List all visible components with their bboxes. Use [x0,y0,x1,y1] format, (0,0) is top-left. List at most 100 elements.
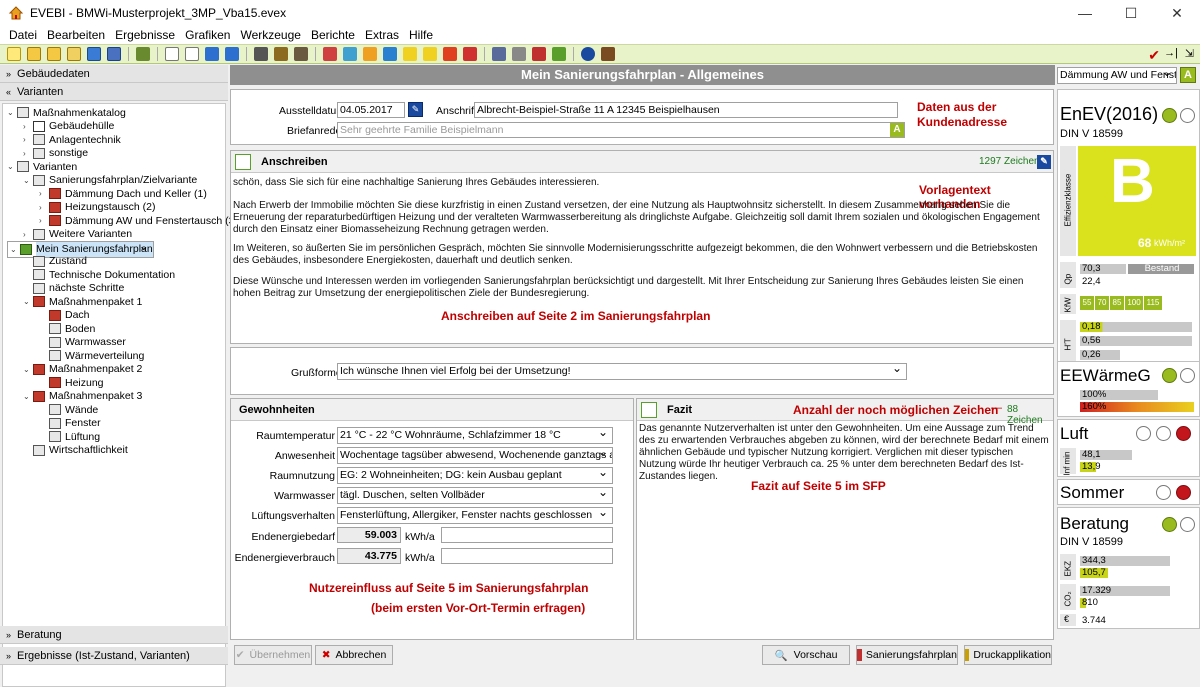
tree-toggle-icon[interactable]: ⌄ [7,162,17,171]
list-icon[interactable] [294,47,308,61]
anschrift-field[interactable]: Albrecht-Beispiel-Straße 11 A 12345 Beis… [474,102,898,118]
tree-item[interactable]: › sonstige [23,147,88,160]
open-icon[interactable] [27,47,41,61]
zones-icon[interactable] [343,47,357,61]
tree-item[interactable]: ⌄ Maßnahmenpaket 1 [23,295,142,308]
tree-toggle-icon[interactable]: › [23,230,33,239]
tree-item[interactable]: Zustand [23,255,87,268]
tree-toggle-icon[interactable]: ⌄ [23,297,33,306]
tree-item[interactable]: Warmwasser [39,336,126,349]
solar-icon[interactable] [403,47,417,61]
gewohnheit-select[interactable]: tägl. Duschen, selten Vollbäder [337,487,613,504]
tree-item[interactable]: ⌄ Maßnahmenpaket 3 [23,390,142,403]
ausstelldatum-field[interactable]: 04.05.2017 [337,102,405,118]
menu-grafiken[interactable]: Grafiken [185,28,230,42]
menu-datei[interactable]: Datei [9,28,37,42]
uebernehmen-button[interactable]: ✔ Übernehmen [234,645,312,665]
ventilation-icon[interactable] [383,47,397,61]
calculator-icon[interactable] [601,47,615,61]
new-icon[interactable] [7,47,21,61]
text-template-icon[interactable]: A [890,123,904,137]
menu-hilfe[interactable]: Hilfe [409,28,433,42]
section-ergebnisse[interactable]: » Ergebnisse (Ist-Zustand, Varianten) [0,647,228,665]
fazit-text[interactable]: Das genannte Nutzerverhalten ist unter d… [639,423,1051,483]
tree-icon[interactable] [254,47,268,61]
menu-bearbeiten[interactable]: Bearbeiten [47,28,105,42]
gewohnheit-select[interactable]: Fensterlüftung, Allergiker, Fenster nach… [337,507,613,524]
section-gebaeudedaten[interactable]: » Gebäudedaten [0,65,228,83]
vorschau-button[interactable]: 🔍 Vorschau [762,645,850,665]
tree-item[interactable]: Wände [39,403,98,416]
tree-item[interactable]: nächste Schritte [23,282,124,295]
open-recent-icon[interactable] [47,47,61,61]
tree-toggle-icon[interactable]: › [39,189,49,198]
sanierungsfahrplan-button[interactable]: Sanierungsfahrplan [856,645,958,665]
druckapplikation-button[interactable]: Druckapplikation [964,645,1052,665]
tree-item[interactable]: Wärmeverteilung [39,349,144,362]
expand-icon[interactable]: ⇲ [1185,47,1194,60]
tree-toggle-icon[interactable]: ⌄ [23,176,33,185]
tree-item[interactable]: ⌄ Maßnahmenkatalog [7,106,126,119]
tree-toggle-icon[interactable]: › [23,135,33,144]
maximize-button[interactable]: ☐ [1108,5,1154,22]
pin-icon[interactable]: →| [1164,47,1178,59]
check-icon[interactable]: ✔ [1148,47,1160,64]
menu-ergebnisse[interactable]: Ergebnisse [115,28,175,42]
tree-toggle-icon[interactable]: ⌄ [7,108,17,117]
tree-item[interactable]: › Anlagentechnik [23,133,121,146]
tree-item[interactable]: › Dämmung Dach und Keller (1) [39,187,207,200]
tree-item[interactable]: Wirtschaftlichkeit [23,444,128,457]
tree-toggle-icon[interactable]: ⌄ [23,365,33,374]
tree-item[interactable]: Boden [39,322,95,335]
lighting-icon[interactable] [423,47,437,61]
tree-toggle-icon[interactable]: ⌄ [10,242,20,257]
section-varianten[interactable]: «Varianten [0,83,228,101]
report-icon[interactable] [185,47,199,61]
endenergieverbrauch-comment[interactable] [441,548,613,564]
building-icon[interactable] [323,47,337,61]
tree-toggle-icon[interactable]: › [23,122,33,131]
tree-toggle-icon[interactable]: › [23,149,33,158]
close-button[interactable]: ✕ [1154,5,1200,22]
calendar-edit-icon[interactable]: ✎ [408,102,423,117]
redo-icon[interactable] [87,47,101,61]
calc-icon[interactable] [492,47,506,61]
tree-item[interactable]: Fenster [39,417,101,430]
fire-icon[interactable] [443,47,457,61]
gewohnheit-select[interactable]: 21 °C - 22 °C Wohnräume, Schlafzimmer 18… [337,427,613,444]
help-icon[interactable] [581,47,595,61]
heating-icon[interactable] [363,47,377,61]
print-icon[interactable] [512,47,526,61]
grussformel-select[interactable]: Ich wünsche Ihnen viel Erfolg bei der Um… [337,363,907,380]
gewohnheit-select[interactable]: Wochentage tagsüber abwesend, Wochenende… [337,447,613,464]
save-icon[interactable] [107,47,121,61]
edit-icon[interactable]: ✎ [1037,155,1051,169]
import-icon[interactable] [205,47,219,61]
tree-item[interactable]: Heizung [39,376,104,389]
tree-item[interactable]: ⌄ Varianten [7,160,77,173]
chart-icon[interactable] [532,47,546,61]
tree-item[interactable]: Dach [39,309,90,322]
tree-item[interactable]: › Weitere Varianten [23,228,132,241]
tree-item[interactable]: Technische Dokumentation [23,268,175,281]
wand-icon[interactable] [136,47,150,61]
tree-item[interactable]: › Heizungstausch (2) [39,201,155,214]
export-icon[interactable] [67,47,81,61]
menu-werkzeuge[interactable]: Werkzeuge [240,28,300,42]
home-icon[interactable] [463,47,477,61]
export-xml-icon[interactable] [225,47,239,61]
sfp-icon[interactable] [552,47,566,61]
font-icon[interactable]: A [1180,67,1196,83]
abbrechen-button[interactable]: ✖ Abbrechen [315,645,393,665]
variant-select[interactable]: Dämmung AW und Fenst [1057,67,1177,84]
section-beratung[interactable]: » Beratung [0,626,228,644]
tree-toggle-icon[interactable]: › [39,203,49,212]
catalog-icon[interactable] [274,47,288,61]
minimize-button[interactable]: — [1062,5,1108,21]
gewohnheit-select[interactable]: EG: 2 Wohneinheiten; DG: kein Ausbau gep… [337,467,613,484]
tree-toggle-icon[interactable]: › [39,216,49,225]
document-icon[interactable] [165,47,179,61]
endenergiebedarf-comment[interactable] [441,527,613,543]
menu-extras[interactable]: Extras [365,28,399,42]
menu-berichte[interactable]: Berichte [311,28,355,42]
